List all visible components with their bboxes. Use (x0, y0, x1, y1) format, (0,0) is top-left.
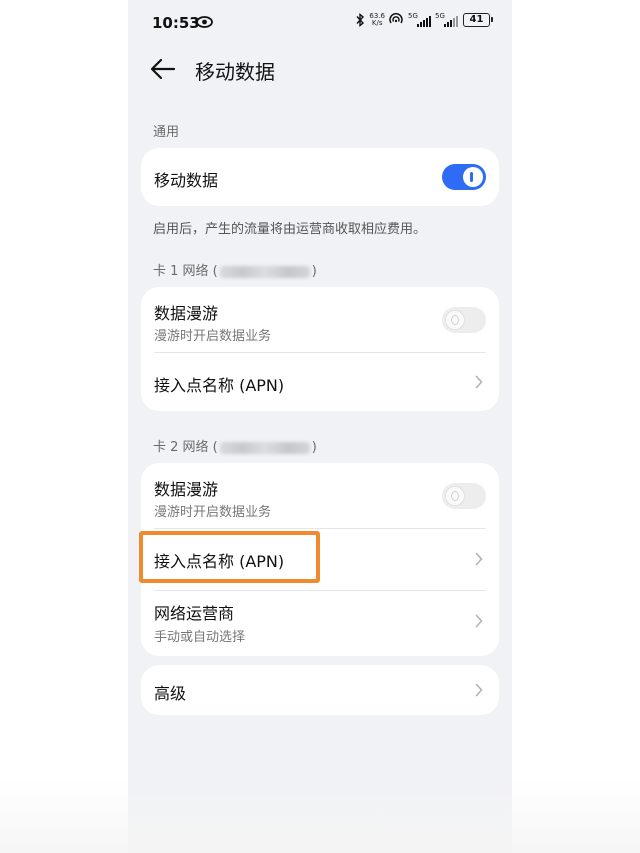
section-label-sim1: 卡 1 网络 () (153, 264, 317, 279)
sim2-apn-row[interactable]: 接入点名称 (APN) (141, 528, 499, 590)
redacted-number (219, 265, 310, 278)
chevron-right-icon (475, 375, 483, 389)
mobile-data-label: 移动数据 (154, 171, 219, 190)
signal-bars-icon (417, 16, 431, 27)
bottom-fade (0, 780, 640, 853)
operator-subtitle: 手动或自动选择 (154, 630, 246, 645)
bluetooth-icon (356, 13, 365, 27)
redacted-number (219, 441, 310, 454)
section-label-sim2: 卡 2 网络 () (153, 440, 317, 455)
mobile-data-note: 启用后，产生的流量将由运营商收取相应费用。 (153, 222, 427, 237)
battery-indicator: 41 (463, 13, 493, 27)
advanced-row[interactable]: 高级 (141, 665, 499, 715)
section-label-general: 通用 (153, 125, 180, 140)
phone-screen: 10:53 63.6 K/s 5G 5G 41 移动数据 通用 移动数据 启用后… (128, 0, 512, 853)
sim2-roaming-toggle[interactable] (442, 483, 486, 509)
chevron-right-icon (475, 614, 483, 628)
eye-icon (196, 16, 213, 28)
sim1-roaming-row[interactable]: 数据漫游 漫游时开启数据业务 (141, 287, 499, 352)
sim1-card: 数据漫游 漫游时开启数据业务 接入点名称 (APN) (141, 287, 499, 411)
toggle-knob (463, 167, 483, 187)
page-header: 移动数据 (128, 48, 512, 90)
sim1-apn-label: 接入点名称 (APN) (154, 376, 285, 395)
mobile-data-card: 移动数据 (141, 148, 499, 206)
sim1-apn-row[interactable]: 接入点名称 (APN) (141, 352, 499, 411)
advanced-card: 高级 (141, 665, 499, 715)
back-arrow-icon[interactable] (150, 57, 176, 81)
chevron-right-icon (475, 552, 483, 566)
sim2-roaming-title: 数据漫游 (154, 480, 219, 499)
chevron-right-icon (475, 683, 483, 697)
mobile-data-row[interactable]: 移动数据 (141, 148, 499, 206)
sim1-roaming-toggle[interactable] (442, 307, 486, 333)
status-icons: 63.6 K/s 5G 5G 41 (355, 12, 493, 27)
advanced-label: 高级 (154, 684, 187, 703)
sim1-label-text: 卡 1 网络 ( (153, 264, 218, 279)
sim2-label-text: 卡 2 网络 ( (153, 440, 218, 455)
status-time: 10:53 (152, 14, 200, 32)
status-bar: 10:53 63.6 K/s 5G 5G 41 (128, 0, 512, 44)
sim2-card: 数据漫游 漫游时开启数据业务 接入点名称 (APN) 网络运营商 手动或自动选择 (141, 463, 499, 656)
operator-row[interactable]: 网络运营商 手动或自动选择 (141, 590, 499, 656)
sim1-roaming-subtitle: 漫游时开启数据业务 (154, 329, 272, 344)
toggle-knob (445, 310, 465, 330)
sim2-roaming-row[interactable]: 数据漫游 漫游时开启数据业务 (141, 463, 499, 528)
page-title: 移动数据 (195, 60, 275, 84)
hotspot-icon (389, 13, 403, 24)
operator-title: 网络运营商 (154, 604, 235, 623)
sim2-roaming-subtitle: 漫游时开启数据业务 (154, 505, 272, 520)
toggle-knob (445, 486, 465, 506)
network-speed: 63.6 K/s (369, 13, 385, 27)
sim1-signal: 5G (407, 12, 431, 27)
mobile-data-toggle[interactable] (442, 164, 486, 190)
sim1-roaming-title: 数据漫游 (154, 304, 219, 323)
sim2-apn-label: 接入点名称 (APN) (154, 552, 285, 571)
signal-bars-icon (444, 16, 458, 27)
speed-unit: K/s (371, 19, 383, 27)
sim2-signal: 5G (434, 12, 458, 27)
